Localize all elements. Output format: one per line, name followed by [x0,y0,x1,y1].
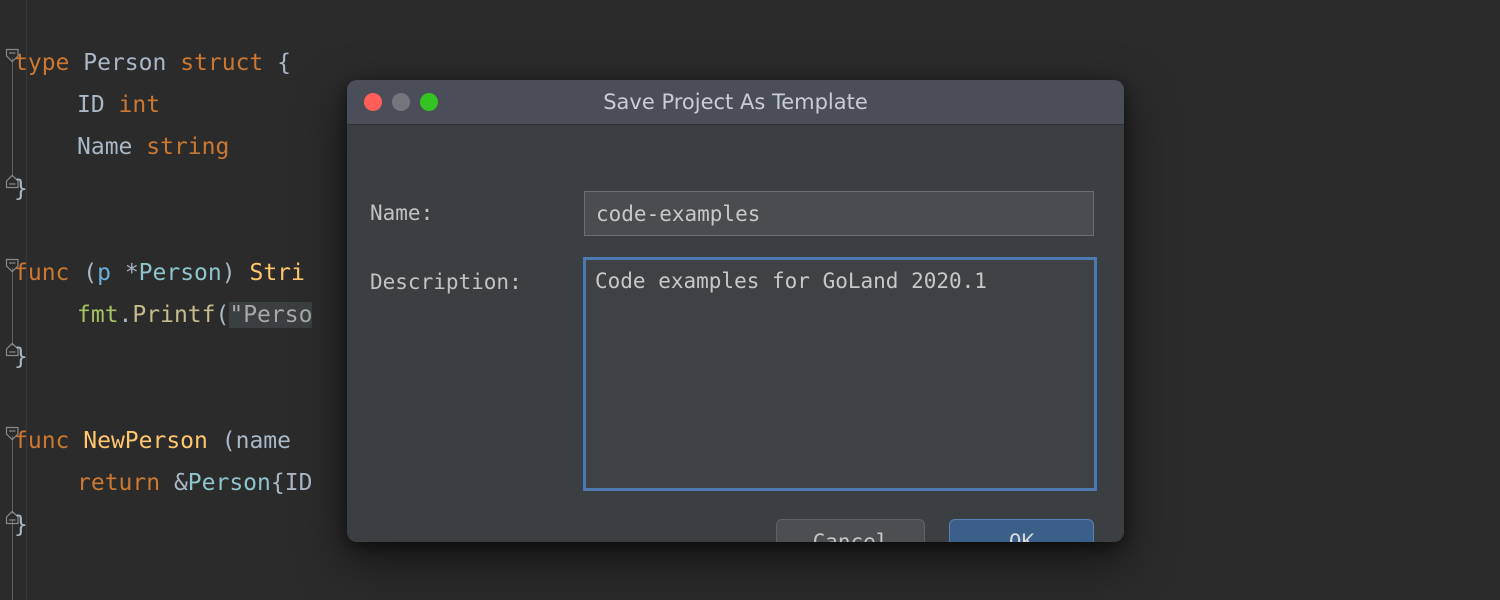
maximize-button[interactable] [420,93,438,111]
code-token: struct [180,50,278,76]
close-button[interactable] [364,93,382,111]
code-line: func NewPerson (name [0,420,312,462]
code-token: Name [77,134,147,160]
code-token: name [235,428,291,454]
code-token: & [173,470,188,496]
cancel-button[interactable]: Cancel [776,519,925,542]
minimize-button[interactable] [392,93,410,111]
code-token: ( [221,428,236,454]
description-field-label: Description: [370,270,522,294]
code-line: Name string [0,126,312,168]
code-token: } [14,176,28,202]
code-token: fmt [77,302,119,328]
code-line: func (p *Person) Stri [0,252,312,294]
code-token: } [14,512,28,538]
ok-button[interactable]: OK [949,519,1094,542]
code-token: NewPerson [83,428,222,454]
save-project-as-template-dialog: Save Project As Template Name: Descripti… [347,80,1124,542]
code-token: Person [187,470,271,496]
dialog-body: Name: Description: Cancel OK [347,125,1124,542]
code-token: ID [284,470,313,496]
code-token: * [124,260,139,286]
dialog-titlebar[interactable]: Save Project As Template [347,80,1124,125]
dialog-title: Save Project As Template [603,90,868,114]
code-token: string [146,134,230,160]
screen: type Person struct {ID int Name string} f… [0,0,1500,600]
code-token: Stri [249,260,305,286]
code-line: return &Person{ID [0,462,312,504]
code-token: ) [221,260,250,286]
code-line: fmt.Printf("Perso [0,294,313,336]
code-token: ( [83,260,98,286]
code-token: p [97,260,125,286]
code-token: func [14,428,84,454]
code-line: } [0,336,312,378]
code-token: { [277,50,291,76]
code-token: Person [138,260,222,286]
code-token: { [270,470,285,496]
code-token: return [77,470,174,496]
code-token: type [14,50,84,76]
name-input[interactable] [584,191,1094,236]
code-token: Person [83,50,181,76]
code-line: } [0,504,312,546]
description-input-wrapper [583,257,1097,491]
code-token: . [118,302,133,328]
code-line: ID int [0,84,312,126]
code-line: } [0,168,312,210]
name-field-label: Name: [370,201,434,225]
code-token: ID [77,92,119,118]
code-token: } [14,344,28,370]
code-token: ( [215,302,230,328]
description-input[interactable] [586,260,1094,488]
code-token: "Perso [229,302,313,328]
code-line: type Person struct { [0,42,312,84]
code-token: int [118,92,161,118]
code-token: Printf [132,302,216,328]
code-token: func [14,260,84,286]
editor-code-area[interactable]: type Person struct {ID int Name string} f… [0,42,313,546]
